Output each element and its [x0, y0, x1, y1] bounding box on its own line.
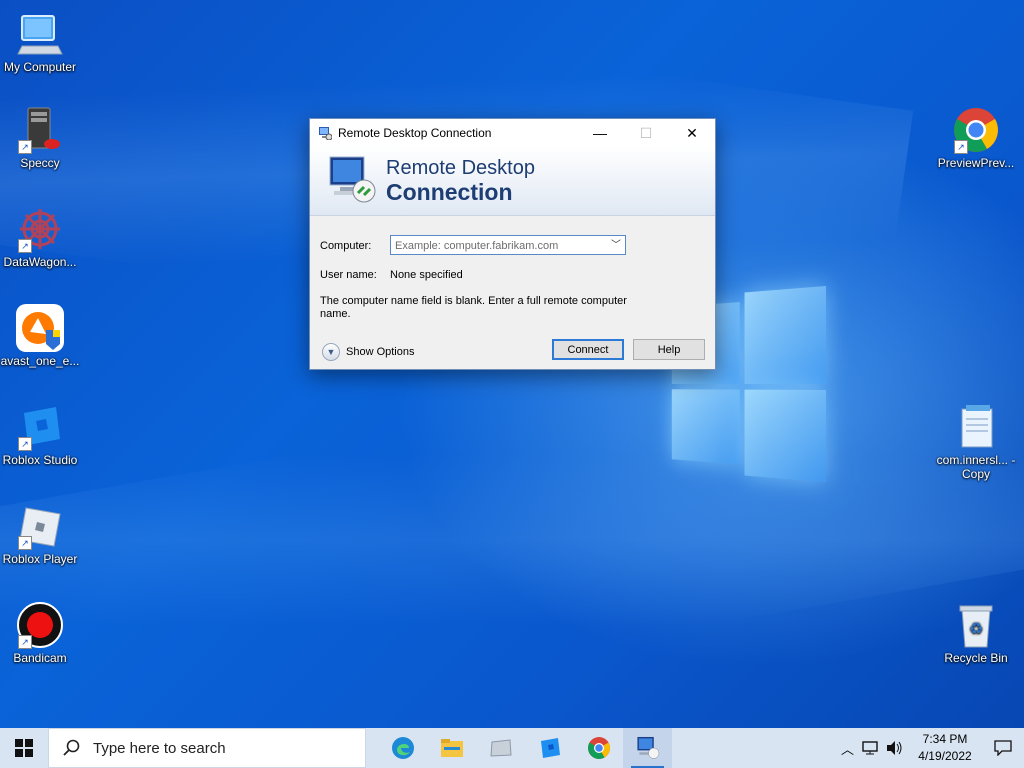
- avast-icon: [16, 304, 64, 352]
- username-label: User name:: [320, 269, 377, 281]
- maximize-button: ☐: [623, 119, 669, 147]
- desktop-icon-my-computer[interactable]: My Computer: [0, 10, 80, 74]
- taskbar-clock[interactable]: 7:34 PM 4/19/2022: [908, 731, 982, 765]
- computer-label: Computer:: [320, 240, 372, 252]
- desktop-icon-bandicam[interactable]: ↗ Bandicam: [0, 601, 80, 665]
- taskbar-chrome[interactable]: [574, 728, 623, 768]
- desktop-icon-datawagon[interactable]: ↗ DataWagon...: [0, 205, 80, 269]
- desktop-icon-label: com.innersl... - Copy: [936, 453, 1016, 481]
- desktop-icon-label: Roblox Studio: [2, 453, 78, 467]
- taskbar-file-explorer[interactable]: [427, 728, 476, 768]
- shortcut-arrow-icon: ↗: [954, 140, 968, 154]
- bandicam-icon: ↗: [16, 601, 64, 649]
- close-button[interactable]: ✕: [669, 119, 715, 147]
- file-explorer-icon: [440, 739, 463, 757]
- desktop-icon-label: Speccy: [20, 156, 60, 170]
- network-icon[interactable]: [862, 740, 880, 756]
- desktop-icon-com-innersl[interactable]: com.innersl... - Copy: [936, 403, 1016, 481]
- desktop-icon-label: Roblox Player: [2, 552, 78, 566]
- expand-chevron-icon: ▼: [322, 343, 340, 361]
- clock-date: 4/19/2022: [918, 749, 972, 763]
- connect-button[interactable]: Connect: [552, 339, 624, 360]
- close-icon: ✕: [686, 124, 698, 141]
- computer-input[interactable]: Example: computer.fabrikam.com ﹀: [390, 235, 626, 255]
- folder-app-icon: [489, 739, 512, 757]
- banner-title-line2: Connection: [386, 179, 513, 205]
- desktop-icon-label: My Computer: [3, 60, 77, 74]
- taskbar-remote-desktop[interactable]: [623, 728, 672, 768]
- system-tray: ︿ 7:34 PM 4/19/2022: [841, 728, 1024, 768]
- speccy-icon: ↗: [16, 106, 64, 154]
- desktop-icon-speccy[interactable]: ↗ Speccy: [0, 106, 80, 170]
- computer-icon: [16, 10, 64, 58]
- datawagon-icon: ↗: [16, 205, 64, 253]
- show-options-toggle[interactable]: ▼ Show Options: [322, 343, 414, 361]
- start-button[interactable]: [0, 728, 48, 768]
- chevron-up-icon[interactable]: ︿: [841, 739, 854, 758]
- shortcut-arrow-icon: ↗: [18, 635, 32, 649]
- remote-desktop-logo-icon: [329, 156, 376, 203]
- search-placeholder: Type here to search: [93, 739, 226, 757]
- desktop-icon-label: avast_one_e...: [0, 354, 80, 368]
- windows-logo-icon: [15, 739, 33, 757]
- help-button[interactable]: Help: [633, 339, 705, 360]
- wallpaper-beam: [0, 326, 1024, 728]
- remote-desktop-window: Remote Desktop Connection — ☐ ✕ Remote D…: [309, 118, 716, 370]
- computer-placeholder: Example: computer.fabrikam.com: [395, 240, 559, 252]
- volume-icon[interactable]: [886, 740, 904, 756]
- taskbar-folder-app[interactable]: [476, 728, 525, 768]
- chrome-icon: ↗: [952, 106, 1000, 154]
- minimize-icon: —: [593, 125, 607, 141]
- roblox-studio-icon: ↗: [16, 403, 64, 451]
- desktop-icon-label: Recycle Bin: [944, 651, 1008, 665]
- window-titlebar[interactable]: Remote Desktop Connection — ☐ ✕: [310, 119, 715, 147]
- taskbar-roblox-studio[interactable]: [525, 728, 574, 768]
- taskbar-search-box[interactable]: Type here to search: [48, 728, 366, 768]
- minimize-button[interactable]: —: [577, 119, 623, 147]
- taskbar-edge[interactable]: [378, 728, 427, 768]
- desktop: My Computer ↗ Speccy ↗ DataWagon... avas…: [0, 0, 1024, 728]
- maximize-icon: ☐: [639, 124, 653, 141]
- recycle-bin-icon: ♻: [952, 601, 1000, 649]
- edge-icon: [391, 737, 414, 759]
- banner-title-line1: Remote Desktop: [386, 157, 535, 179]
- username-value: None specified: [390, 269, 463, 281]
- taskbar: Type here to search ︿ 7:34 PM 4/19/2022: [0, 728, 1024, 768]
- desktop-icon-previewprev[interactable]: ↗ PreviewPrev...: [936, 106, 1016, 170]
- remote-desktop-icon: [636, 736, 659, 759]
- desktop-icon-recycle-bin[interactable]: ♻ Recycle Bin: [936, 601, 1016, 665]
- desktop-icon-label: Bandicam: [13, 651, 67, 665]
- desktop-icon-roblox-studio[interactable]: ↗ Roblox Studio: [0, 403, 80, 467]
- remote-desktop-icon: [319, 127, 332, 140]
- notification-icon: [994, 740, 1012, 756]
- chevron-down-icon[interactable]: ﹀: [611, 236, 621, 256]
- shortcut-arrow-icon: ↗: [18, 536, 32, 550]
- desktop-icon-label: PreviewPrev...: [937, 156, 1015, 170]
- status-message: The computer name field is blank. Enter …: [320, 295, 627, 320]
- shortcut-arrow-icon: ↗: [18, 140, 32, 154]
- chrome-icon: [587, 737, 610, 759]
- action-center-button[interactable]: [982, 740, 1024, 756]
- desktop-icon-label: DataWagon...: [3, 255, 77, 269]
- shortcut-arrow-icon: ↗: [18, 239, 32, 253]
- clock-time: 7:34 PM: [922, 732, 968, 746]
- desktop-icon-roblox-player[interactable]: ↗ Roblox Player: [0, 502, 80, 566]
- svg-text:♻: ♻: [969, 621, 983, 638]
- desktop-icon-avast[interactable]: avast_one_e...: [0, 304, 80, 368]
- roblox-player-icon: ↗: [16, 502, 64, 550]
- dialog-banner: Remote Desktop Connection: [310, 147, 715, 216]
- search-icon: [63, 739, 80, 756]
- roblox-studio-icon: [540, 738, 560, 758]
- notepad-file-icon: [952, 403, 1000, 451]
- shortcut-arrow-icon: ↗: [18, 437, 32, 451]
- window-title: Remote Desktop Connection: [338, 126, 492, 140]
- show-options-label: Show Options: [346, 346, 415, 358]
